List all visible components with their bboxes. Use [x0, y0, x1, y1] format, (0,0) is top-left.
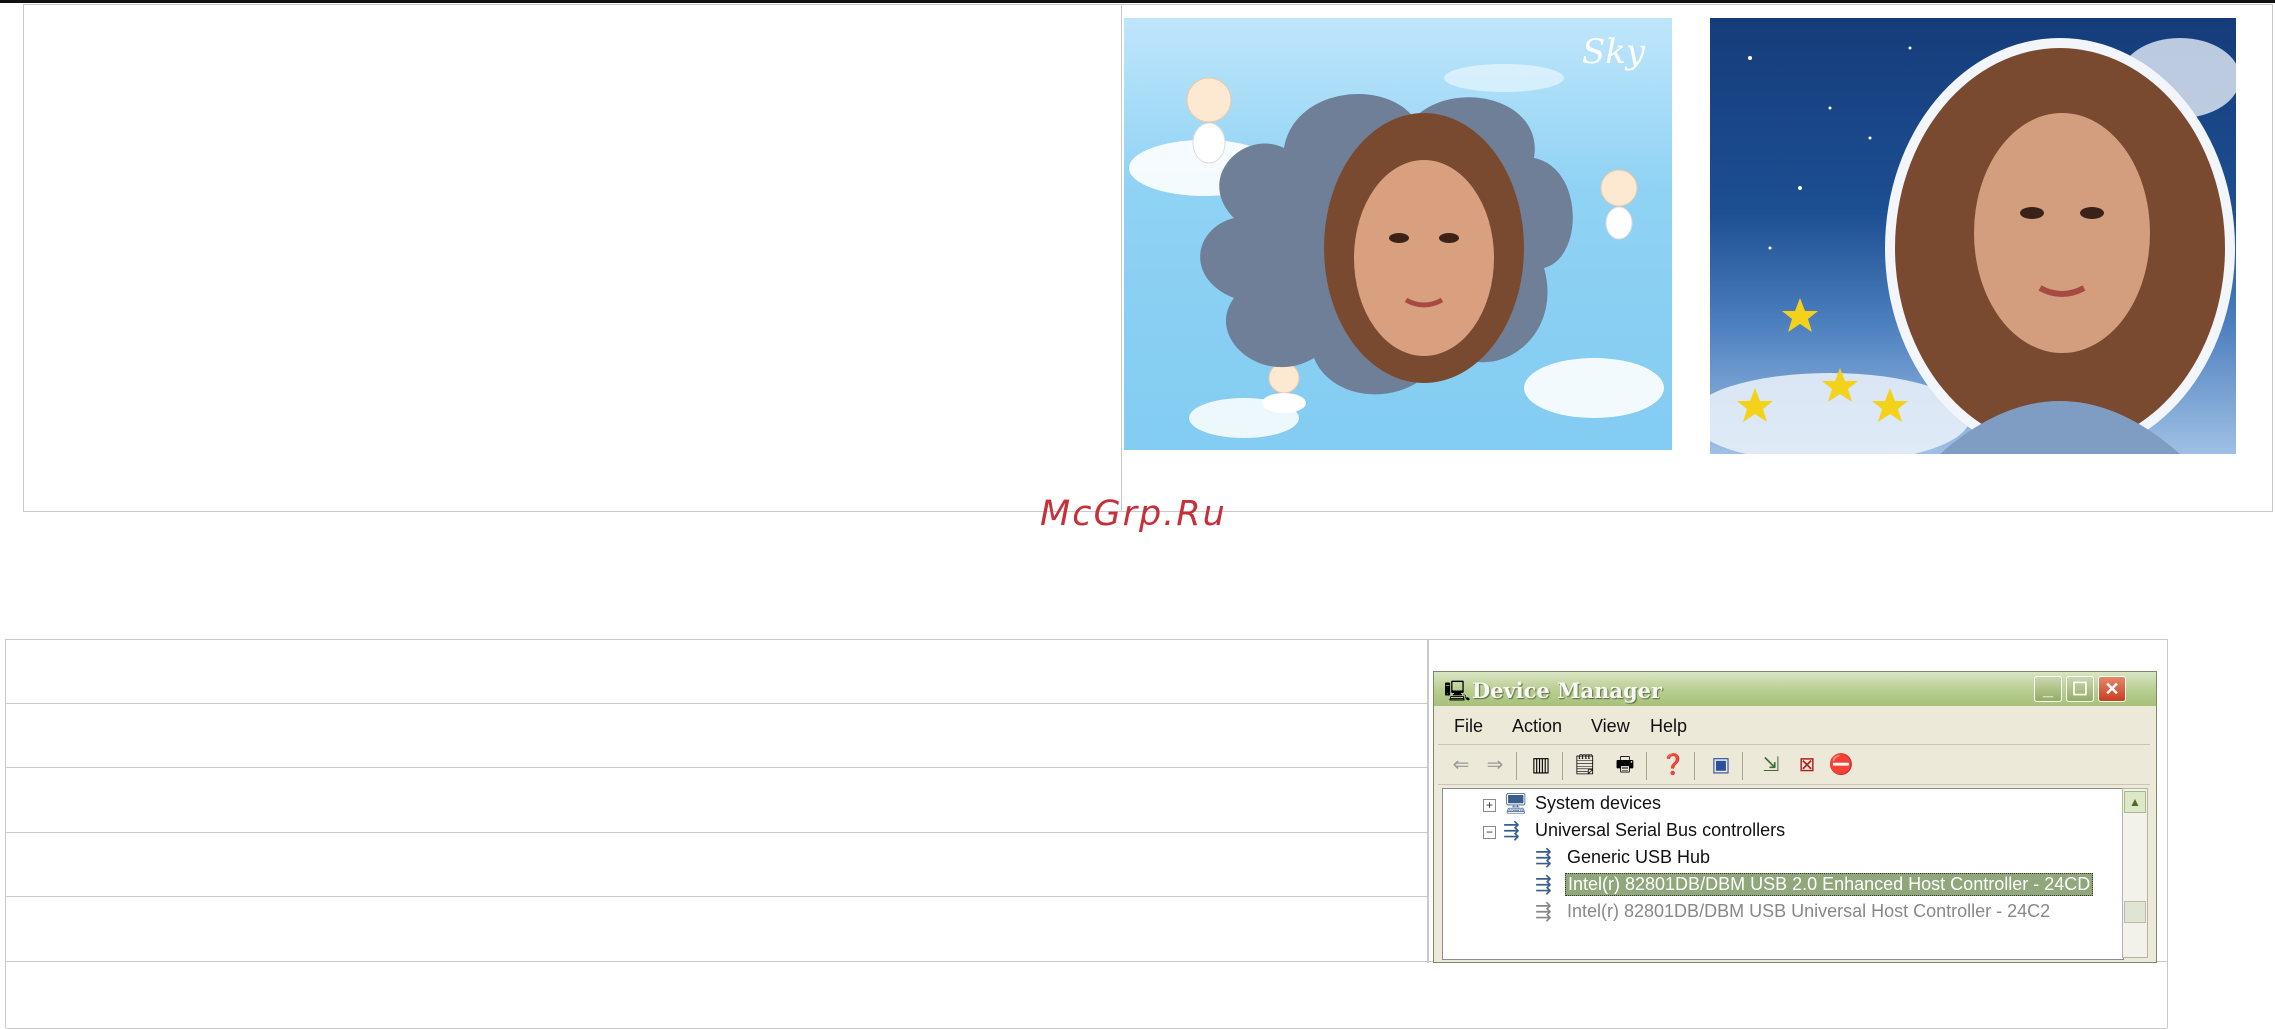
cherub-bottom — [1262, 362, 1306, 413]
system-devices-icon: 🖥 — [1503, 793, 1529, 815]
tree-node-usb-controllers[interactable]: Universal Serial Bus controllers — [1535, 820, 1785, 841]
table-row — [6, 640, 1427, 704]
maximize-button[interactable]: ☐ — [2066, 676, 2094, 702]
device-manager-window: 🖳 Device Manager _ ☐ ✕ File Action View … — [1433, 671, 2157, 963]
cloud-portrait — [1200, 94, 1573, 395]
computer-icon: 🖳 — [1444, 681, 1471, 703]
sky-cloud-frame-illustration — [1129, 64, 1664, 438]
watermark: McGrp.Ru — [1040, 494, 1227, 534]
table-row — [6, 769, 1427, 833]
usb-icon: ⇶ — [1503, 820, 1520, 842]
table-row — [6, 833, 1427, 897]
collapse-icon[interactable]: − — [1483, 826, 1496, 839]
night-oval-frame-illustration — [1710, 38, 2236, 454]
scroll-thumb[interactable] — [2124, 901, 2146, 923]
menu-help[interactable]: Help — [1650, 716, 1687, 737]
toolbar: ⇐ ⇒ ▥ 🗒 🖶 ❓ ▣ ⇲ ⊠ ⛔ — [1438, 746, 2150, 785]
table-row — [6, 704, 1427, 768]
window-title: Device Manager — [1472, 678, 1663, 703]
toolbar-separator — [1562, 752, 1563, 780]
disable-icon[interactable]: ⛔ — [1828, 752, 1854, 778]
scan-hardware-icon[interactable]: ▣ — [1708, 752, 1734, 778]
device-tree: + 🖥 System devices − ⇶ Universal Serial … — [1442, 788, 2124, 960]
oval-portrait — [1885, 38, 2235, 454]
tree-node-universal-host-controller[interactable]: Intel(r) 82801DB/DBM USB Universal Host … — [1567, 901, 2050, 922]
tree-node-system-devices[interactable]: System devices — [1535, 793, 1661, 814]
update-driver-icon[interactable]: ⇲ — [1758, 752, 1784, 778]
uninstall-icon[interactable]: ⊠ — [1794, 752, 1820, 778]
toolbar-separator — [1742, 752, 1743, 780]
usb-icon: ⇶ — [1535, 847, 1552, 869]
menu-file[interactable]: File — [1454, 716, 1483, 737]
bottom-table-column-divider — [1427, 640, 1429, 963]
vertical-scrollbar[interactable]: ▲ — [2122, 788, 2148, 958]
help-icon[interactable]: ❓ — [1660, 752, 1686, 778]
top-table-left-cell — [24, 5, 1122, 511]
expand-icon[interactable]: + — [1483, 799, 1496, 812]
table-row — [6, 963, 2167, 1029]
forward-arrow-icon[interactable]: ⇒ — [1482, 752, 1508, 778]
sky-caption: Sky — [1582, 32, 1646, 72]
night-oval-frame-photo — [1710, 18, 2236, 454]
tree-node-enhanced-host-controller[interactable]: Intel(r) 82801DB/DBM USB 2.0 Enhanced Ho… — [1565, 873, 2094, 896]
sky-cloud-frame-photo: Sky — [1124, 18, 1672, 450]
close-button[interactable]: ✕ — [2098, 676, 2126, 702]
cherub-left — [1186, 77, 1232, 164]
menu-action[interactable]: Action — [1512, 716, 1562, 737]
cherub-right — [1600, 169, 1638, 240]
toolbar-separator — [1694, 752, 1695, 780]
scroll-up-arrow-icon[interactable]: ▲ — [2124, 791, 2146, 813]
menu-view[interactable]: View — [1591, 716, 1630, 737]
toolbar-separator — [1646, 752, 1647, 780]
minimize-button[interactable]: _ — [2034, 676, 2062, 702]
title-bar[interactable]: 🖳 Device Manager _ ☐ ✕ — [1434, 672, 2156, 706]
menu-bar: File Action View Help — [1438, 710, 2150, 745]
print-icon[interactable]: 🖶 — [1612, 752, 1638, 778]
tree-view-icon[interactable]: ▥ — [1528, 752, 1554, 778]
properties-icon[interactable]: 🗒 — [1572, 752, 1598, 778]
toolbar-separator — [1516, 752, 1517, 780]
usb-icon: ⇶ — [1535, 901, 1552, 923]
usb-icon: ⇶ — [1535, 874, 1552, 896]
tree-node-generic-usb-hub[interactable]: Generic USB Hub — [1567, 847, 1710, 868]
top-rule — [0, 0, 2275, 3]
back-arrow-icon[interactable]: ⇐ — [1448, 752, 1474, 778]
